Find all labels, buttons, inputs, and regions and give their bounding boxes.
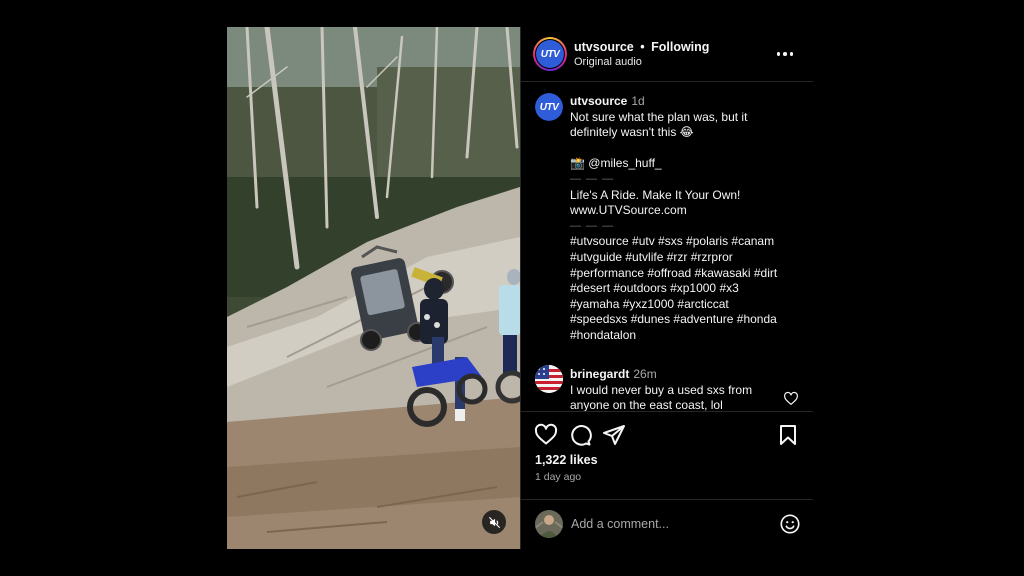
caption-hashtags[interactable]: #utvsource #utv #sxs #polaris #canam xyxy=(570,234,806,250)
caption-line: Life's A Ride. Make It Your Own! xyxy=(570,187,741,202)
caption-line xyxy=(570,141,806,157)
bookmark-outline-icon[interactable] xyxy=(776,423,800,447)
mute-toggle-button[interactable] xyxy=(482,510,506,534)
smiley-icon[interactable] xyxy=(779,513,801,535)
caption-divider: — — — xyxy=(570,172,615,185)
author-username-link[interactable]: utvsource xyxy=(574,40,634,54)
header-user-line: utvsource • Following xyxy=(574,40,709,54)
comment-body: brinegardt 26m I would never buy a used s… xyxy=(570,367,775,411)
post-caption: utvsource 1d Not sure what the plan was, … xyxy=(570,94,806,344)
avatar-logo-text: UTV xyxy=(540,48,560,60)
caption-hashtags[interactable]: #hondatalon xyxy=(570,328,806,344)
comment-bubble-icon[interactable] xyxy=(568,423,592,447)
commenter-avatar[interactable] xyxy=(535,365,563,393)
caption-hashtags[interactable]: #speedsxs #dunes #adventure #honda xyxy=(570,312,806,328)
caption-author-avatar[interactable]: UTV xyxy=(535,93,563,121)
avatar-logo-text: UTV xyxy=(539,101,559,113)
following-button[interactable]: Following xyxy=(651,40,709,54)
flag-avatar-image xyxy=(535,365,563,393)
user-photo-image xyxy=(535,510,563,538)
heart-outline-icon[interactable] xyxy=(534,423,558,447)
comment-like-heart-icon[interactable] xyxy=(783,391,799,407)
current-user-avatar xyxy=(535,510,563,538)
caption-hashtags[interactable]: #utvguide #utvlife #rzr #rzrpror xyxy=(570,250,806,266)
separator-dot: • xyxy=(640,40,645,54)
comment-line: anyone on the east coast, lol xyxy=(570,398,723,411)
post-details-panel: UTV utvsource • Following Original audio… xyxy=(520,27,813,549)
comment-line: I would never buy a used sxs from xyxy=(570,382,753,397)
comment-timestamp: 26m xyxy=(633,367,657,381)
commenter-username[interactable]: brinegardt xyxy=(570,367,629,381)
caption-hashtags[interactable]: #yamaha #yxz1000 #arcticcat xyxy=(570,297,806,313)
post-viewer: UTV utvsource • Following Original audio… xyxy=(227,27,813,549)
paper-plane-icon[interactable] xyxy=(602,423,626,447)
more-horizontal-icon xyxy=(776,52,781,56)
post-timestamp[interactable]: 1 day ago xyxy=(535,471,581,483)
add-comment-bar xyxy=(521,499,813,549)
caption-username[interactable]: utvsource xyxy=(570,94,627,108)
caption-photo-credit[interactable]: 📸 @miles_huff_ xyxy=(570,156,806,172)
likes-count[interactable]: 1,322 likes xyxy=(535,453,598,467)
caption-divider: — — — xyxy=(570,219,615,232)
audio-link[interactable]: Original audio xyxy=(574,56,642,68)
caption-hashtags[interactable]: #performance #offroad #kawasaki #dirt xyxy=(570,266,806,282)
post-header: UTV utvsource • Following Original audio xyxy=(521,27,813,82)
comment-item: brinegardt 26m I would never buy a used s… xyxy=(521,363,813,411)
caption-website: www.UTVSource.com xyxy=(570,203,687,218)
comments-section[interactable]: UTV utvsource 1d Not sure what the plan w… xyxy=(521,83,813,411)
post-video[interactable] xyxy=(227,27,520,549)
caption-timestamp[interactable]: 1d xyxy=(631,94,644,108)
video-frame xyxy=(227,27,520,549)
caption-hashtags[interactable]: #desert #outdoors #xp1000 #x3 xyxy=(570,281,806,297)
author-avatar-story-ring[interactable]: UTV xyxy=(533,37,567,71)
author-avatar: UTV xyxy=(536,40,564,68)
action-bar xyxy=(521,411,813,457)
caption-line: definitely wasn't this 😂 xyxy=(570,125,694,140)
caption-line: Not sure what the plan was, but it xyxy=(570,109,748,124)
more-options-button[interactable] xyxy=(773,45,797,63)
add-comment-input[interactable] xyxy=(571,514,761,534)
speaker-muted-icon xyxy=(488,516,500,528)
